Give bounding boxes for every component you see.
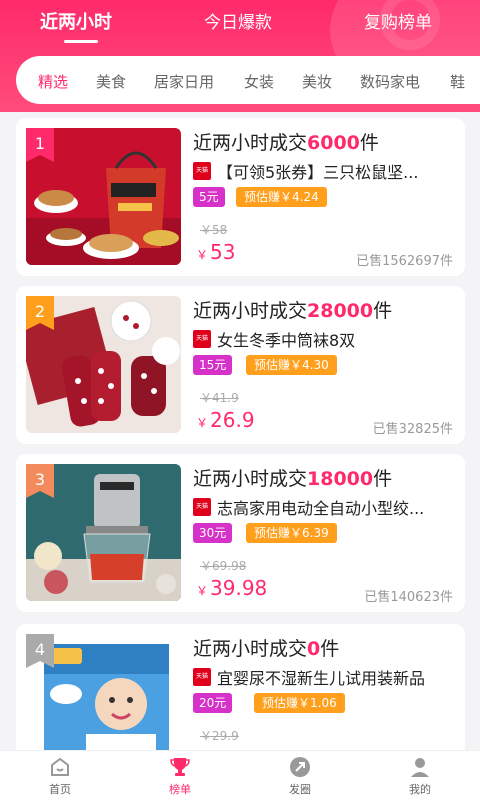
tmall-icon: 天猫: [193, 330, 211, 348]
sold-count: 已售32825件: [372, 422, 453, 437]
product-card[interactable]: 4 近两小时成交0件 天猫 宜婴尿不湿新生儿试用装新品 20元 预估赚￥1.06…: [16, 624, 465, 750]
earn-badge: 预估赚￥6.39: [246, 523, 337, 543]
product-title: 近两小时成交6000件: [193, 132, 379, 154]
original-price: ￥69.98: [200, 559, 247, 573]
category-food[interactable]: 美食: [96, 71, 126, 92]
category-shoes[interactable]: 鞋: [450, 71, 465, 92]
rank-badge: 1: [26, 128, 54, 162]
product-title: 近两小时成交28000件: [193, 300, 393, 322]
home-icon: [51, 757, 69, 776]
rank-badge: 3: [26, 464, 54, 498]
earn-badge: 预估赚￥4.30: [246, 355, 337, 375]
rank-badge: 4: [26, 634, 54, 668]
sold-count: 已售140623件: [364, 590, 453, 605]
header-bar: 近两小时 今日爆款 复购榜单 精选 美食 居家日用 女装 美妆 数码家电 鞋: [0, 0, 480, 112]
product-title: 近两小时成交18000件: [193, 468, 393, 490]
product-name: 【可领5张券】三只松鼠坚...: [217, 163, 419, 182]
product-name: 宜婴尿不湿新生儿试用装新品: [217, 669, 426, 688]
original-price: ￥41.9: [200, 391, 239, 405]
current-price: ￥ 39.98: [196, 576, 268, 600]
sold-count: 已售1562697件: [356, 254, 453, 269]
trophy-icon: [170, 758, 190, 776]
category-womens[interactable]: 女装: [244, 71, 274, 92]
category-beauty[interactable]: 美妆: [302, 71, 332, 92]
tmall-icon: 天猫: [193, 668, 211, 686]
tab-repurchase[interactable]: 复购榜单: [364, 8, 432, 33]
rank-badge: 2: [26, 296, 54, 330]
coupon-badge: 30元: [193, 523, 233, 543]
product-name: 志高家用电动全自动小型绞...: [217, 499, 425, 518]
coupon-badge: 15元: [193, 355, 233, 375]
category-bar: 精选 美食 居家日用 女装 美妆 数码家电 鞋: [16, 56, 480, 104]
tmall-icon: 天猫: [193, 162, 211, 180]
category-digital[interactable]: 数码家电: [360, 71, 420, 92]
product-name: 女生冬季中筒袜8双: [217, 331, 356, 350]
tab-recent-two-hours[interactable]: 近两小时: [40, 8, 112, 34]
user-icon: [411, 758, 429, 777]
product-card[interactable]: 2 近两小时成交28000件 天猫 女生冬季中筒袜8双 15元 预估赚￥4.30…: [16, 286, 465, 444]
nav-ranking[interactable]: 榜单: [140, 755, 220, 797]
active-tab-indicator: [64, 40, 98, 43]
coupon-badge: 20元: [193, 693, 233, 713]
category-featured[interactable]: 精选: [38, 71, 68, 92]
product-title: 近两小时成交0件: [193, 638, 340, 660]
nav-home[interactable]: 首页: [20, 755, 100, 797]
tab-today-hot[interactable]: 今日爆款: [204, 8, 272, 33]
product-card[interactable]: 3 近两小时成交18000件 天猫 志高家用电动全自动小型绞... 30元 预估…: [16, 454, 465, 612]
coupon-badge: 5元: [193, 187, 225, 207]
nav-share[interactable]: 发圈: [260, 755, 340, 797]
bottom-nav: 首页 榜单 发圈 我的: [0, 750, 480, 800]
earn-badge: 预估赚￥4.24: [236, 187, 327, 207]
original-price: ￥58: [200, 223, 228, 237]
tmall-icon: 天猫: [193, 498, 211, 516]
product-list: 1 近两小时成交6000件 天猫 【可领5张券】三只松鼠坚... 5元 预估赚￥…: [0, 112, 480, 750]
category-household[interactable]: 居家日用: [154, 71, 214, 92]
nav-profile[interactable]: 我的: [380, 755, 460, 797]
original-price: ￥29.9: [200, 729, 239, 743]
current-price: ￥ 26.9: [196, 408, 255, 432]
earn-badge: 预估赚￥1.06: [254, 693, 345, 713]
product-card[interactable]: 1 近两小时成交6000件 天猫 【可领5张券】三只松鼠坚... 5元 预估赚￥…: [16, 118, 465, 276]
share-icon: [290, 757, 310, 777]
current-price: ￥ 53: [196, 240, 236, 264]
